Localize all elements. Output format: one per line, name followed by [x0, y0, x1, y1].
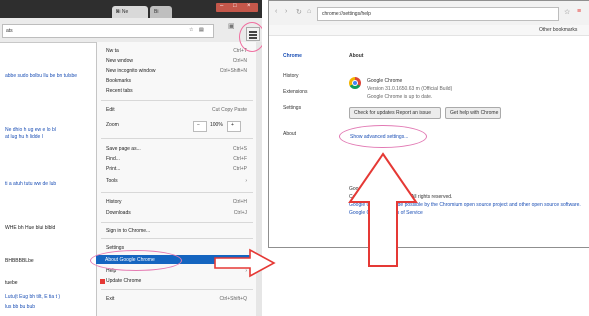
- menu-item-sign-in[interactable]: Sign in to Chrome...: [106, 228, 150, 234]
- zoom-out-label: −: [197, 122, 200, 128]
- connector-arrow-icon: [214, 248, 276, 278]
- menu-separator: [101, 222, 253, 223]
- menu-item-new-tab[interactable]: Nw ta: [106, 48, 119, 54]
- bookmark-star-icon[interactable]: ☆: [564, 8, 570, 16]
- tab-1[interactable]: Bi Ne ×: [112, 6, 148, 18]
- menu-separator: [101, 138, 253, 139]
- minimize-button[interactable]: –: [220, 3, 223, 9]
- menu-item-downloads[interactable]: Downloads: [106, 210, 131, 216]
- page-link-3[interactable]: at lug hu h lidde l: [5, 134, 43, 140]
- update-badge-icon: [100, 279, 105, 284]
- menu-item-incognito[interactable]: New incognito window: [106, 68, 155, 74]
- menu-item-zoom: Zoom: [106, 122, 119, 128]
- menu-item-exit[interactable]: Exit: [106, 296, 114, 302]
- zoom-in-label: +: [231, 122, 234, 128]
- right-toolbar: ‹ › ↻ ⌂ chrome://settings/help ☆ ≡: [269, 1, 589, 26]
- maximize-button[interactable]: □: [233, 3, 237, 9]
- sidebar-item-chrome[interactable]: Chrome: [283, 53, 302, 59]
- home-icon[interactable]: ⌂: [307, 8, 311, 15]
- close-window-button[interactable]: ×: [247, 3, 251, 9]
- left-address-bar[interactable]: ats ☆ ▤: [2, 24, 214, 38]
- menu-shortcut: Ctrl+S: [232, 146, 247, 152]
- window-controls: – □ ×: [216, 3, 258, 12]
- submenu-chevron-icon: ›: [245, 178, 247, 184]
- menu-item-update-chrome[interactable]: Update Chrome: [106, 278, 141, 284]
- right-address-bar[interactable]: chrome://settings/help: [317, 7, 559, 21]
- get-help-button[interactable]: Get help with Chrome: [445, 107, 501, 119]
- tab-1-close-icon[interactable]: ×: [116, 9, 145, 15]
- chrome-logo-core: [353, 81, 357, 85]
- annotation-circle-about: [90, 250, 182, 271]
- menu-shortcut: Ctrl+J: [233, 210, 247, 216]
- sidebar-item-about[interactable]: About: [283, 131, 296, 137]
- sidebar-item-settings[interactable]: Settings: [283, 105, 301, 111]
- menu-item-recent-tabs[interactable]: Recent tabs: [106, 88, 133, 94]
- settings-sidebar: Chrome History Extensions Settings About: [269, 35, 331, 247]
- tab-2-label: Bi: [154, 9, 159, 15]
- menu-shortcut: Ctrl+N: [232, 58, 247, 64]
- get-help-label: Get help with Chrome: [450, 110, 499, 116]
- page-text-6: BHBBBBLbe: [5, 258, 34, 264]
- menu-shortcut: Ctrl+Shift+N: [219, 68, 247, 74]
- menu-shortcut: Ctrl+Shift+Q: [219, 296, 247, 302]
- left-toolbar: ats ☆ ▤ ▣: [0, 18, 262, 43]
- page-text-5: WHE bh Hue blui blbld: [5, 225, 56, 231]
- menu-icon[interactable]: ≡: [577, 8, 581, 15]
- version-text: Version 31.0.1650.63 m (Official Build): [367, 86, 453, 92]
- extension-square-icon[interactable]: ▣: [228, 22, 235, 30]
- annotation-circle-show-advanced: [339, 125, 427, 148]
- left-page-content: abbe sudo bolbu llu be bn tulsbe Ne dhio…: [0, 42, 96, 316]
- reload-icon[interactable]: ↻: [296, 8, 302, 16]
- page-link-9[interactable]: lus bb bu bub: [5, 304, 35, 310]
- zoom-out-button[interactable]: [193, 121, 207, 132]
- forward-icon[interactable]: ›: [285, 8, 287, 15]
- other-bookmarks-link[interactable]: Other bookmarks: [539, 27, 577, 33]
- menu-item-print[interactable]: Print...: [106, 166, 120, 172]
- right-address-text: chrome://settings/help: [322, 11, 371, 17]
- menu-separator: [101, 100, 253, 101]
- check-updates-button[interactable]: Check for updates Report an issue: [349, 107, 441, 119]
- page-link-1[interactable]: abbe sudo bolbu llu be bn tulsbe: [5, 73, 77, 79]
- menu-shortcut: Ctrl+F: [233, 156, 247, 162]
- product-name: Google Chrome: [367, 78, 403, 84]
- zoom-in-button[interactable]: [227, 121, 241, 132]
- page-title: About: [349, 53, 364, 59]
- menu-separator: [101, 238, 253, 239]
- menu-edit-actions[interactable]: Cut Copy Paste: [212, 107, 247, 113]
- page-link-2[interactable]: Ne dhio h ug ew e lo bl: [5, 127, 56, 133]
- sidebar-item-extensions[interactable]: Extensions: [283, 89, 307, 95]
- tab-2[interactable]: Bi: [150, 6, 172, 18]
- menu-item-find[interactable]: Find...: [106, 156, 120, 162]
- menu-item-bookmarks[interactable]: Bookmarks: [106, 78, 131, 84]
- page-link-8[interactable]: Lutu(t Eug bh tilt, E tia t ): [5, 294, 60, 300]
- back-icon[interactable]: ‹: [275, 8, 277, 15]
- page-text-7: tuebe: [5, 280, 18, 286]
- menu-item-edit: Edit: [106, 107, 115, 113]
- up-arrow-icon: [348, 152, 418, 267]
- right-screenshot: ‹ › ↻ ⌂ chrome://settings/help ☆ ≡ Other…: [268, 0, 589, 248]
- check-updates-label: Check for updates Report an issue: [354, 110, 431, 116]
- bookmark-star-icon[interactable]: ☆: [189, 27, 193, 33]
- chrome-logo-icon: [349, 77, 361, 89]
- annotation-circle-menu: [239, 22, 262, 52]
- menu-separator: [101, 192, 253, 193]
- left-address-text: ats: [6, 28, 13, 34]
- page-link-4[interactable]: ti a atuh tutu ww de lub: [5, 181, 56, 187]
- menu-item-new-window[interactable]: New wndow: [106, 58, 133, 64]
- menu-item-history[interactable]: History: [106, 199, 122, 205]
- update-status: Google Chrome is up to date.: [367, 94, 433, 100]
- zoom-controls: − 100% +: [193, 121, 249, 132]
- menu-separator: [101, 289, 253, 290]
- sidebar-item-history[interactable]: History: [283, 73, 299, 79]
- menu-item-save-page[interactable]: Save page as...: [106, 146, 141, 152]
- menu-item-tools[interactable]: Tools: [106, 178, 118, 184]
- zoom-level: 100%: [210, 122, 223, 128]
- left-title-bar: Bi Ne × Bi – □ ×: [0, 0, 262, 18]
- menu-shortcut: Ctrl+H: [232, 199, 247, 205]
- extension-icon[interactable]: ▤: [199, 27, 204, 33]
- menu-shortcut: Ctrl+P: [232, 166, 247, 172]
